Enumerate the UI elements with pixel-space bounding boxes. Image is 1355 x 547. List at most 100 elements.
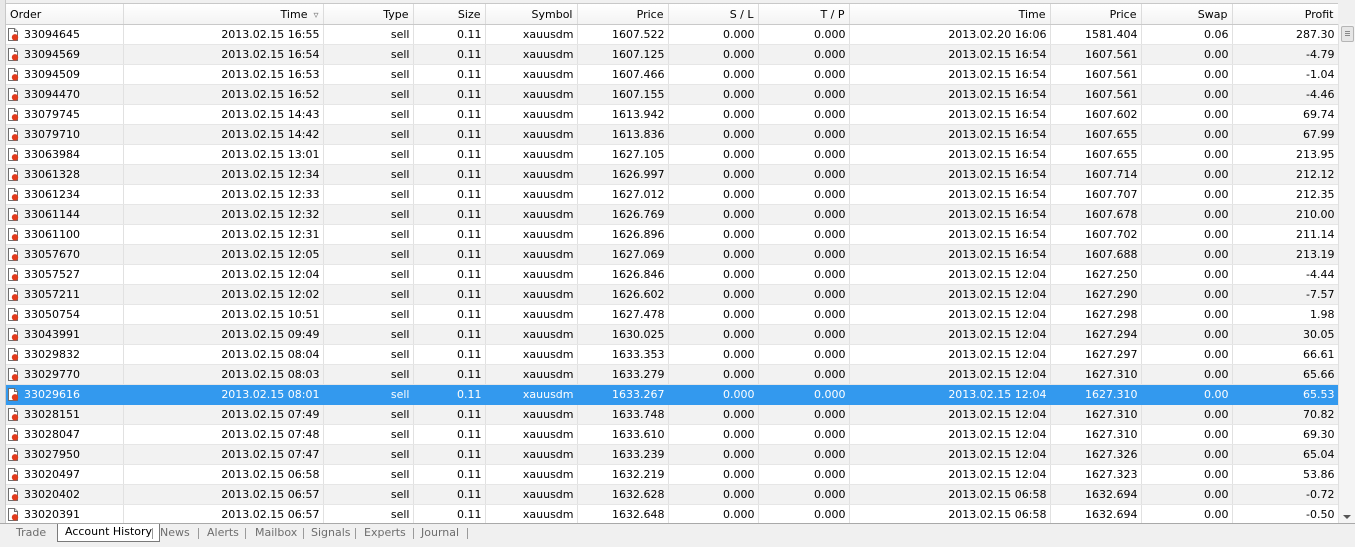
col-header-type[interactable]: Type xyxy=(323,4,414,25)
cell-value: 1607.522 xyxy=(612,28,665,41)
cell-open-price: 1633.279 xyxy=(577,364,669,385)
table-row[interactable]: 33057527 2013.02.15 12:04 sell 0.11 xauusdm 1… xyxy=(6,264,1338,285)
tab-account-history[interactable]: Account History xyxy=(57,524,161,542)
cell-value: 1626.997 xyxy=(612,168,665,181)
sell-order-document-icon xyxy=(8,427,19,441)
col-header-profit[interactable]: Profit xyxy=(1232,4,1338,25)
col-header-open-price[interactable]: Price xyxy=(577,4,669,25)
col-header-size[interactable]: Size xyxy=(413,4,486,25)
tab-journal[interactable]: Journal xyxy=(421,524,459,542)
cell-value: 0.000 xyxy=(814,48,846,61)
cell-type: sell xyxy=(323,124,414,145)
tab-alerts[interactable]: Alerts xyxy=(207,524,239,542)
cell-close-price: 1607.561 xyxy=(1050,44,1142,65)
table-row[interactable]: 33094569 2013.02.15 16:54 sell 0.11 xauusdm 1… xyxy=(6,44,1338,65)
table-row[interactable]: 33061328 2013.02.15 12:34 sell 0.11 xauusdm 1… xyxy=(6,164,1338,185)
table-row[interactable]: 33061234 2013.02.15 12:33 sell 0.11 xauusdm 1… xyxy=(6,184,1338,205)
table-row[interactable]: 33061100 2013.02.15 12:31 sell 0.11 xauusdm 1… xyxy=(6,224,1338,245)
tab-news[interactable]: News xyxy=(160,524,190,542)
cell-value: 1607.655 xyxy=(1085,148,1138,161)
cell-close-time: 2013.02.15 16:54 xyxy=(849,84,1051,105)
cell-take-profit: 0.000 xyxy=(758,164,850,185)
col-header-take-profit[interactable]: T / P xyxy=(758,4,850,25)
cell-value: 1607.466 xyxy=(612,68,665,81)
cell-swap: 0.00 xyxy=(1141,424,1233,445)
cell-open-time: 2013.02.15 12:32 xyxy=(123,204,324,225)
table-row[interactable]: 33057670 2013.02.15 12:05 sell 0.11 xauusdm 1… xyxy=(6,244,1338,265)
table-row[interactable]: 33079745 2013.02.15 14:43 sell 0.11 xauusdm 1… xyxy=(6,104,1338,125)
cell-value: 2013.02.15 16:54 xyxy=(948,88,1047,101)
cell-open-price: 1632.648 xyxy=(577,504,669,524)
cell-order: 33061234 xyxy=(6,184,124,205)
col-header-close-time[interactable]: Time xyxy=(849,4,1051,25)
cell-value: 0.000 xyxy=(723,468,755,481)
cell-value: 0.000 xyxy=(723,108,755,121)
vertical-scrollbar[interactable] xyxy=(1338,24,1355,523)
table-row[interactable]: 33063984 2013.02.15 13:01 sell 0.11 xauusdm 1… xyxy=(6,144,1338,165)
cell-take-profit: 0.000 xyxy=(758,284,850,305)
cell-value: 2013.02.15 06:57 xyxy=(221,508,320,521)
table-row[interactable]: 33094645 2013.02.15 16:55 sell 0.11 xauusdm 1… xyxy=(6,24,1338,45)
cell-value: sell xyxy=(390,488,410,501)
cell-open-time: 2013.02.15 16:54 xyxy=(123,44,324,65)
col-header-label: Type xyxy=(383,7,409,21)
cell-value: 0.000 xyxy=(814,168,846,181)
cell-close-time: 2013.02.15 12:04 xyxy=(849,384,1051,405)
cell-value: 0.00 xyxy=(1204,208,1229,221)
cell-symbol: xauusdm xyxy=(485,464,578,485)
table-row[interactable]: 33020497 2013.02.15 06:58 sell 0.11 xauusdm 1… xyxy=(6,464,1338,485)
col-header-swap[interactable]: Swap xyxy=(1141,4,1233,25)
table-row[interactable]: 33043991 2013.02.15 09:49 sell 0.11 xauusdm 1… xyxy=(6,324,1338,345)
table-row[interactable]: 33094470 2013.02.15 16:52 sell 0.11 xauusdm 1… xyxy=(6,84,1338,105)
cell-open-time: 2013.02.15 08:01 xyxy=(123,384,324,405)
cell-type: sell xyxy=(323,384,414,405)
table-row[interactable]: 33079710 2013.02.15 14:42 sell 0.11 xauusdm 1… xyxy=(6,124,1338,145)
table-row[interactable]: 33050754 2013.02.15 10:51 sell 0.11 xauusdm 1… xyxy=(6,304,1338,325)
cell-value: 0.00 xyxy=(1204,108,1229,121)
cell-symbol: xauusdm xyxy=(485,424,578,445)
cell-type: sell xyxy=(323,84,414,105)
tab-experts[interactable]: Experts xyxy=(364,524,406,542)
cell-size: 0.11 xyxy=(413,184,486,205)
tab-signals[interactable]: Signals xyxy=(311,524,351,542)
table-row[interactable]: 33028047 2013.02.15 07:48 sell 0.11 xauusdm 1… xyxy=(6,424,1338,445)
cell-value: sell xyxy=(390,268,410,281)
col-header-close-price[interactable]: Price xyxy=(1050,4,1142,25)
col-header-stop-loss[interactable]: S / L xyxy=(668,4,759,25)
cell-value: 33027950 xyxy=(24,448,80,461)
cell-type: sell xyxy=(323,344,414,365)
table-row[interactable]: 33029832 2013.02.15 08:04 sell 0.11 xauusdm 1… xyxy=(6,344,1338,365)
cell-take-profit: 0.000 xyxy=(758,444,850,465)
table-row[interactable]: 33028151 2013.02.15 07:49 sell 0.11 xauusdm 1… xyxy=(6,404,1338,425)
cell-swap: 0.00 xyxy=(1141,44,1233,65)
table-row[interactable]: 33020402 2013.02.15 06:57 sell 0.11 xauusdm 1… xyxy=(6,484,1338,505)
col-header-open-time[interactable]: Time ▿ xyxy=(123,4,324,25)
cell-value: 0.000 xyxy=(814,128,846,141)
cell-order: 33043991 xyxy=(6,324,124,345)
cell-value: xauusdm xyxy=(522,88,574,101)
scrollbar-thumb[interactable] xyxy=(1341,26,1354,42)
table-row[interactable]: 33020391 2013.02.15 06:57 sell 0.11 xauusdm 1… xyxy=(6,504,1338,524)
tab-trade[interactable]: Trade xyxy=(16,524,46,542)
cell-take-profit: 0.000 xyxy=(758,464,850,485)
cell-value: 0.000 xyxy=(723,508,755,521)
col-header-symbol[interactable]: Symbol xyxy=(485,4,578,25)
table-row[interactable]: 33094509 2013.02.15 16:53 sell 0.11 xauusdm 1… xyxy=(6,64,1338,85)
cell-close-time: 2013.02.15 06:58 xyxy=(849,504,1051,524)
cell-open-price: 1633.748 xyxy=(577,404,669,425)
col-header-label: Order xyxy=(10,7,42,21)
cell-order: 33094569 xyxy=(6,44,124,65)
scroll-down-arrow-icon[interactable] xyxy=(1343,515,1351,519)
tab-mailbox[interactable]: Mailbox xyxy=(255,524,297,542)
table-row[interactable]: 33061144 2013.02.15 12:32 sell 0.11 xauusdm 1… xyxy=(6,204,1338,225)
table-row[interactable]: 33029616 2013.02.15 08:01 sell 0.11 xauusdm 1… xyxy=(6,384,1338,405)
cell-stop-loss: 0.000 xyxy=(668,484,759,505)
cell-value: sell xyxy=(390,248,410,261)
cell-symbol: xauusdm xyxy=(485,484,578,505)
cell-value: 2013.02.15 12:32 xyxy=(221,208,320,221)
cell-order: 33020497 xyxy=(6,464,124,485)
table-row[interactable]: 33027950 2013.02.15 07:47 sell 0.11 xauusdm 1… xyxy=(6,444,1338,465)
col-header-order[interactable]: Order xyxy=(6,4,124,25)
table-row[interactable]: 33029770 2013.02.15 08:03 sell 0.11 xauusdm 1… xyxy=(6,364,1338,385)
table-row[interactable]: 33057211 2013.02.15 12:02 sell 0.11 xauusdm 1… xyxy=(6,284,1338,305)
